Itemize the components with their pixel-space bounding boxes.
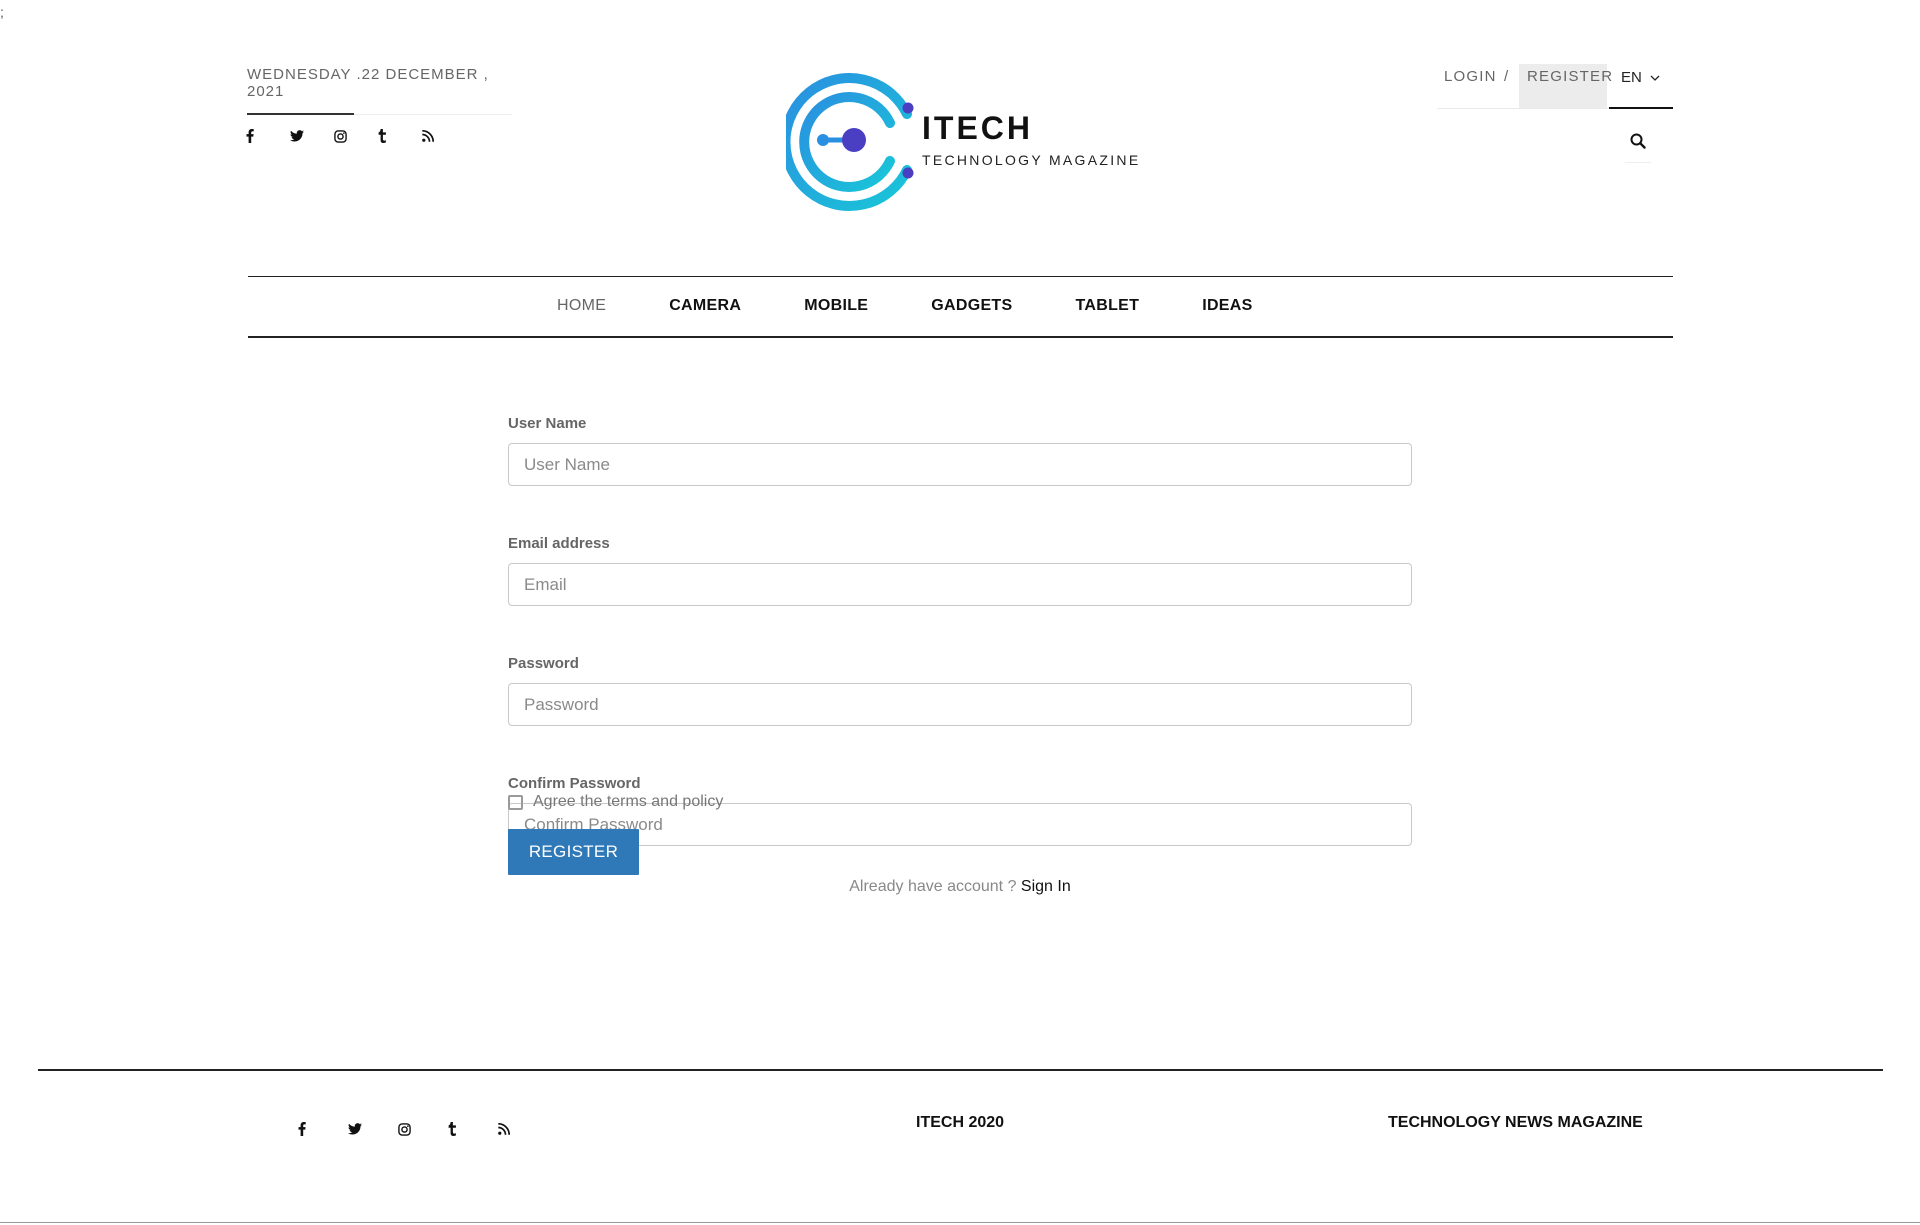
password-input[interactable] <box>508 683 1412 726</box>
footer-tagline: TECHNOLOGY NEWS MAGAZINE <box>1388 1114 1643 1131</box>
register-submit-button[interactable]: REGISTER <box>508 829 639 875</box>
agree-label: Agree the terms and policy <box>533 793 724 810</box>
nav-item-tablet[interactable]: TABLET <box>1075 297 1139 315</box>
agree-terms: Agree the terms and policy <box>508 793 723 811</box>
header-auth: LOGIN / REGISTER EN <box>1437 64 1673 109</box>
signin-prompt: Already have account ? Sign In <box>0 878 1920 896</box>
tumblr-icon[interactable] <box>448 1119 498 1139</box>
date-underline <box>247 113 512 115</box>
email-input[interactable] <box>508 563 1412 606</box>
auth-underline <box>1437 108 1609 109</box>
facebook-icon[interactable] <box>246 126 290 146</box>
instagram-icon[interactable] <box>334 126 378 146</box>
already-account-text: Already have account ? <box>849 878 1017 895</box>
confirm-password-label: Confirm Password <box>508 775 641 792</box>
stray-mark: ; <box>0 4 4 20</box>
header-social-links <box>246 126 466 146</box>
search-icon <box>1630 133 1646 149</box>
email-group: Email address <box>508 536 1412 606</box>
username-label: User Name <box>508 415 587 432</box>
main-nav: HOME CAMERA MOBILE GADGETS TABLET IDEAS <box>248 276 1673 338</box>
nav-item-camera[interactable]: CAMERA <box>669 297 741 315</box>
footer-divider <box>38 1069 1883 1071</box>
page-bottom-border <box>0 1222 1920 1223</box>
footer-copyright: ITECH 2020 <box>916 1114 1005 1131</box>
auth-separator: / <box>1504 68 1509 85</box>
email-label: Email address <box>508 535 610 552</box>
tumblr-icon[interactable] <box>378 126 422 146</box>
header-date-block: WEDNESDAY .22 DECEMBER , 2021 <box>247 66 512 115</box>
confirm-password-group: Confirm Password <box>508 776 1412 846</box>
rss-icon[interactable] <box>498 1119 548 1139</box>
logo-mark-icon <box>786 73 914 211</box>
password-label: Password <box>508 655 579 672</box>
logo-subtitle: TECHNOLOGY MAGAZINE <box>922 152 1141 168</box>
username-input[interactable] <box>508 443 1412 486</box>
language-underline <box>1609 107 1673 109</box>
register-form: User Name Email address Password Confirm… <box>508 416 1412 896</box>
logo-title: ITECH <box>922 110 1033 146</box>
footer-social-links <box>298 1119 548 1139</box>
signin-link[interactable]: Sign In <box>1021 878 1071 895</box>
nav-item-mobile[interactable]: MOBILE <box>804 297 868 315</box>
nav-item-gadgets[interactable]: GADGETS <box>931 297 1012 315</box>
register-link[interactable]: REGISTER <box>1519 64 1612 108</box>
nav-item-ideas[interactable]: IDEAS <box>1202 297 1252 315</box>
agree-checkbox[interactable] <box>508 794 523 810</box>
search-button[interactable] <box>1625 131 1651 163</box>
instagram-icon[interactable] <box>398 1119 448 1139</box>
chevron-down-icon <box>1650 75 1660 81</box>
language-selector[interactable]: EN <box>1621 69 1660 86</box>
header-date: WEDNESDAY .22 DECEMBER , 2021 <box>247 66 489 100</box>
nav-item-home[interactable]: HOME <box>557 297 606 315</box>
rss-icon[interactable] <box>422 126 466 146</box>
password-group: Password <box>508 656 1412 726</box>
facebook-icon[interactable] <box>298 1119 348 1139</box>
login-link[interactable]: LOGIN <box>1444 68 1497 85</box>
twitter-icon[interactable] <box>348 1119 398 1139</box>
site-logo[interactable]: ITECH TECHNOLOGY MAGAZINE <box>786 72 1138 212</box>
language-label: EN <box>1621 69 1642 86</box>
twitter-icon[interactable] <box>290 126 334 146</box>
username-group: User Name <box>508 416 1412 486</box>
